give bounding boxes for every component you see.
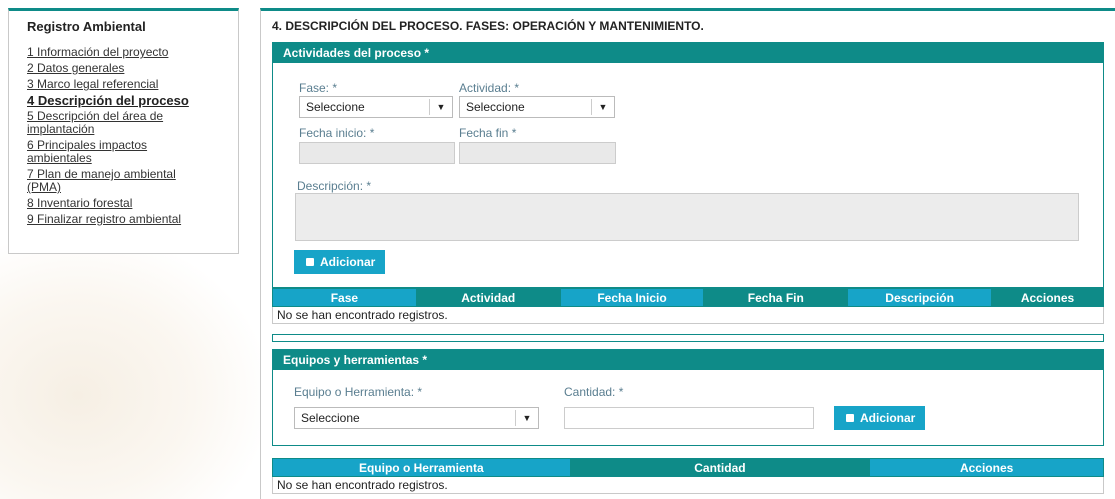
chevron-down-icon[interactable]: ▼ (430, 97, 452, 117)
sidebar-item-descripcion-proceso[interactable]: 4 Descripción del proceso (27, 94, 220, 107)
table-row: No se han encontrado registros. (272, 306, 1104, 324)
background-decoration (0, 240, 260, 499)
equipment-panel-header: Equipos y herramientas * (273, 350, 1103, 370)
actividad-select[interactable]: Seleccione ▼ (459, 96, 615, 118)
add-activity-button-label: Adicionar (320, 255, 376, 269)
activities-panel-header: Actividades del proceso * (273, 43, 1103, 63)
empty-message: No se han encontrado registros. (272, 306, 1104, 324)
col-cantidad: Cantidad (569, 458, 871, 477)
activities-table: Fase Actividad Fecha Inicio Fecha Fin De… (272, 288, 1104, 324)
equipo-label: Equipo o Herramienta: * (294, 385, 423, 399)
descripcion-textarea[interactable] (295, 193, 1079, 241)
save-icon (306, 257, 314, 266)
equipo-select[interactable]: Seleccione ▼ (294, 407, 539, 429)
col-equipo: Equipo o Herramienta (272, 458, 571, 477)
sidebar-item-plan-manejo[interactable]: 7 Plan de manejo ambiental (PMA) (27, 168, 197, 194)
fecha-fin-label: Fecha fin * (459, 126, 517, 140)
add-activity-button[interactable]: Adicionar (294, 250, 386, 274)
chevron-down-icon[interactable]: ▼ (516, 408, 538, 428)
sidebar-title: Registro Ambiental (27, 19, 146, 34)
sidebar-item-inventario-forestal[interactable]: 8 Inventario forestal (27, 197, 220, 210)
cantidad-label: Cantidad: * (564, 385, 624, 399)
equipment-panel: Equipos y herramientas * Equipo o Herram… (272, 349, 1104, 446)
fecha-inicio-input[interactable] (299, 142, 455, 164)
add-equipment-button[interactable]: Adicionar (834, 406, 926, 430)
col-descripcion: Descripción (847, 288, 993, 307)
sidebar-item-marco-legal[interactable]: 3 Marco legal referencial (27, 78, 220, 91)
equipment-table: Equipo o Herramienta Cantidad Acciones N… (272, 458, 1104, 494)
add-equipment-button-label: Adicionar (860, 411, 916, 425)
sidebar-item-descripcion-area[interactable]: 5 Descripción del área de implantación (27, 110, 197, 136)
actividad-select-value: Seleccione (466, 100, 525, 114)
col-actividad: Actividad (415, 288, 561, 307)
fase-label: Fase: * (299, 81, 338, 95)
table-row: No se han encontrado registros. (272, 476, 1104, 494)
col-fecha-fin: Fecha Fin (703, 288, 849, 307)
actividad-label: Actividad: * (459, 81, 520, 95)
descripcion-label: Descripción: * (297, 179, 372, 193)
fecha-inicio-label: Fecha inicio: * (299, 126, 375, 140)
sidebar-item-finalizar-registro[interactable]: 9 Finalizar registro ambiental (27, 213, 220, 226)
fase-select[interactable]: Seleccione ▼ (299, 96, 453, 118)
sidebar-item-datos-generales[interactable]: 2 Datos generales (27, 62, 220, 75)
fecha-fin-input[interactable] (459, 142, 616, 164)
empty-message: No se han encontrado registros. (272, 476, 1104, 494)
sidebar-item-informacion-proyecto[interactable]: 1 Información del proyecto (27, 46, 220, 59)
chevron-down-icon[interactable]: ▼ (592, 97, 614, 117)
sidebar-item-impactos-ambientales[interactable]: 6 Principales impactos ambientales (27, 139, 167, 165)
col-acciones: Acciones (991, 288, 1104, 307)
page-title: 4. DESCRIPCIÓN DEL PROCESO. FASES: OPERA… (272, 19, 704, 33)
equipo-select-value: Seleccione (301, 411, 360, 425)
divider (272, 334, 1104, 342)
sidebar: Registro Ambiental 1 Información del pro… (8, 8, 239, 254)
fase-select-value: Seleccione (306, 100, 365, 114)
col-fase: Fase (272, 288, 417, 307)
col-acciones: Acciones (869, 458, 1104, 477)
save-icon (846, 413, 854, 422)
cantidad-input[interactable] (564, 407, 814, 429)
main-content: 4. DESCRIPCIÓN DEL PROCESO. FASES: OPERA… (260, 8, 1115, 499)
activities-panel: Actividades del proceso * Fase: * Selecc… (272, 42, 1104, 288)
col-fecha-inicio: Fecha Inicio (559, 288, 705, 307)
